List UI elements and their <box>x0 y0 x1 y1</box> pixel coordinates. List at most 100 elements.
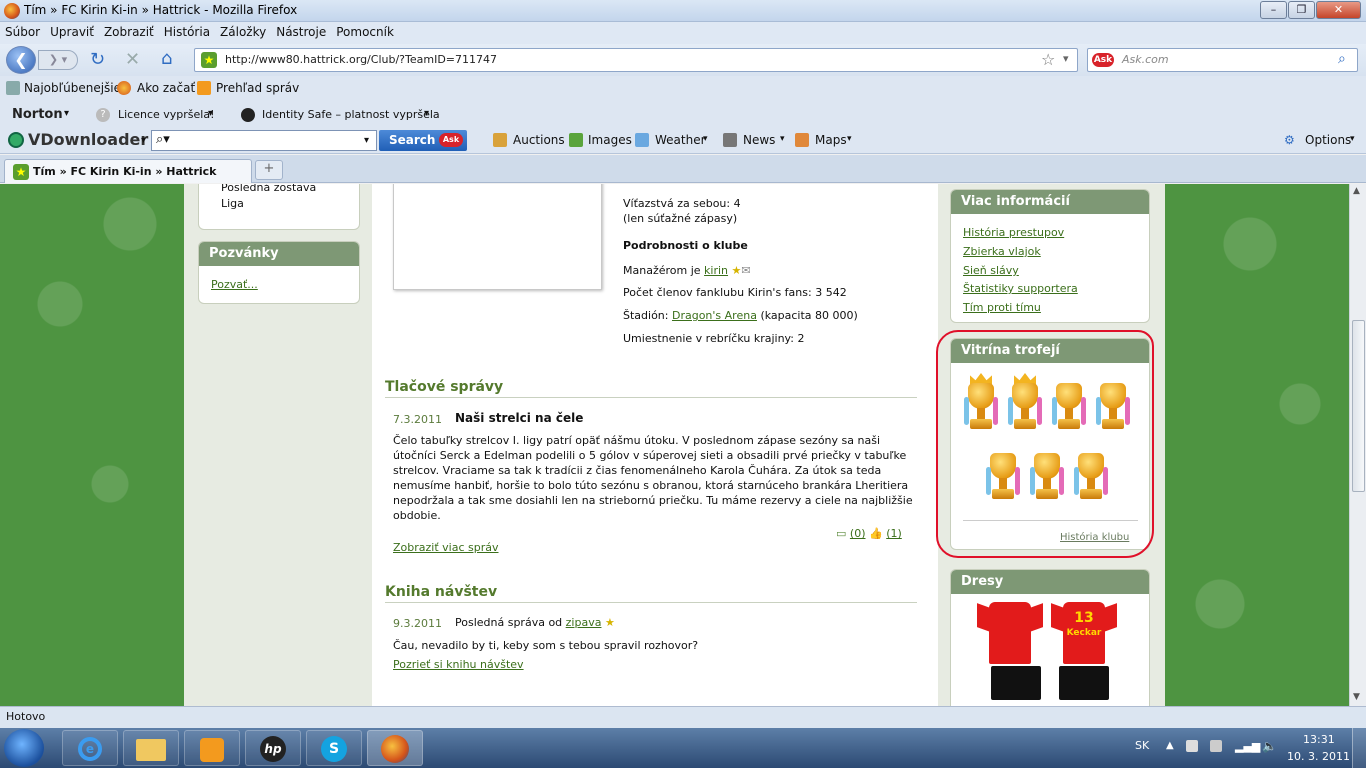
thumbs-up-icon[interactable]: 👍 <box>869 527 883 540</box>
menu-history[interactable]: História <box>159 22 215 42</box>
hp-taskbar-icon[interactable]: hp <box>245 730 301 766</box>
menu-help[interactable]: Pomocník <box>331 22 399 42</box>
vdl-dropdown-icon[interactable]: ▾ <box>141 135 146 146</box>
kits-box: Dresy 13 Keckar <box>950 569 1150 706</box>
minimize-button[interactable]: – <box>1260 1 1287 19</box>
ask-engine-icon[interactable]: Ask <box>1092 53 1114 67</box>
explorer-taskbar-icon[interactable] <box>123 730 179 766</box>
home-icon[interactable]: ⌂ <box>161 48 172 69</box>
scroll-up-icon[interactable]: ▲ <box>1353 186 1360 196</box>
team-vs-team-link[interactable]: Tím proti tímu <box>963 301 1041 314</box>
back-button[interactable]: ❮ <box>6 46 36 74</box>
guestbook-link[interactable]: Pozrieť si knihu návštev <box>393 658 524 671</box>
firefox-bookmark-icon <box>117 81 131 95</box>
clock-time[interactable]: 13:31 <box>1303 733 1335 746</box>
signal-icon[interactable]: ▂▄▆ <box>1235 740 1260 753</box>
status-bar: Hotovo <box>0 706 1366 728</box>
bookmark-most-visited[interactable]: Najobľúbenejšie <box>24 81 121 95</box>
url-dropdown-icon[interactable]: ▾ <box>1063 52 1069 65</box>
site-favicon: ★ <box>201 52 217 68</box>
comments-count[interactable]: (0) <box>850 527 866 540</box>
clock-date[interactable]: 10. 3. 2011 <box>1287 750 1350 763</box>
firefox-taskbar-icon[interactable] <box>367 730 423 766</box>
vdl-search-dropdown-icon[interactable]: ▾ <box>364 135 369 146</box>
tab-active[interactable]: ★ Tím » FC Kirin Ki-in » Hattrick <box>4 159 252 183</box>
stadium-link[interactable]: Dragon's Arena <box>672 309 757 322</box>
supporter-star-icon: ★ <box>731 264 742 277</box>
last-lineup-link[interactable]: Posledná zostava <box>221 184 316 194</box>
vdl-search-button[interactable]: Search Ask <box>379 130 467 151</box>
send-message-icon[interactable]: ✉ <box>741 264 750 277</box>
start-button-icon[interactable] <box>4 729 44 767</box>
forward-button[interactable]: ❯ ▾ <box>38 50 78 70</box>
options-dropdown-icon[interactable]: ▾ <box>1350 134 1355 144</box>
likes-count[interactable]: (1) <box>886 527 902 540</box>
vdownloader-logo[interactable]: VDownloader <box>28 130 148 149</box>
vdl-maps[interactable]: Maps <box>815 133 847 147</box>
show-hidden-icons[interactable]: ▲ <box>1166 740 1174 751</box>
vdl-search-label: Search <box>389 133 436 147</box>
windows-taskbar: e hp S SK ▲ ▂▄▆ 🔈 13:31 10. 3. 2011 <box>0 728 1366 768</box>
stop-icon[interactable]: ✕ <box>125 49 140 70</box>
vertical-scrollbar[interactable]: ▲ ▼ <box>1349 184 1366 706</box>
images-icon <box>569 133 583 147</box>
question-icon: ? <box>96 108 110 122</box>
skype-taskbar-icon[interactable]: S <box>306 730 362 766</box>
search-bar[interactable]: Ask Ask.com ⌕ <box>1087 48 1358 72</box>
bookmark-news-feed[interactable]: Prehľad správ <box>216 81 299 95</box>
close-button[interactable]: ✕ <box>1316 1 1361 19</box>
bookmark-getting-started[interactable]: Ako začať <box>137 81 195 95</box>
guestbook-user-link[interactable]: zipava <box>566 616 602 629</box>
norton-logo[interactable]: Norton <box>12 107 63 122</box>
manager-link[interactable]: kirin <box>704 264 728 277</box>
identity-dropdown-icon[interactable]: ▾ <box>424 108 429 119</box>
weather-icon <box>635 133 649 147</box>
vdl-images[interactable]: Images <box>588 133 632 147</box>
weather-dropdown-icon[interactable]: ▾ <box>703 134 708 144</box>
licence-dropdown-icon[interactable]: ▾ <box>208 108 213 119</box>
vdl-search-input[interactable]: ⌕▾ ▾ <box>151 130 377 151</box>
language-indicator[interactable]: SK <box>1135 739 1149 752</box>
media-player-taskbar-icon[interactable] <box>184 730 240 766</box>
press-body: Čelo tabuľky strelcov I. ligy patrí opäť… <box>393 434 913 522</box>
vdl-options[interactable]: Options <box>1305 133 1351 147</box>
scroll-down-icon[interactable]: ▼ <box>1353 692 1360 702</box>
star-bookmark-icon[interactable]: ☆ <box>1041 50 1055 69</box>
menu-bookmarks[interactable]: Záložky <box>215 22 271 42</box>
press-section-title: Tlačové správy <box>385 379 917 398</box>
menu-file[interactable]: Súbor <box>0 22 45 42</box>
devices-icon[interactable] <box>1210 740 1222 752</box>
scroll-thumb[interactable] <box>1352 320 1365 492</box>
volume-icon[interactable]: 🔈 <box>1262 739 1277 753</box>
hall-of-fame-link[interactable]: Sieň slávy <box>963 264 1019 277</box>
ie-taskbar-icon[interactable]: e <box>62 730 118 766</box>
supporter-stats-link[interactable]: Štatistiky supportera <box>963 282 1078 295</box>
news-dropdown-icon[interactable]: ▾ <box>780 134 785 144</box>
menu-tools[interactable]: Nástroje <box>271 22 331 42</box>
licence-expired[interactable]: Licence vypršela! <box>118 108 215 121</box>
transfer-history-link[interactable]: História prestupov <box>963 226 1064 239</box>
vdl-auctions[interactable]: Auctions <box>513 133 565 147</box>
menu-edit[interactable]: Upraviť <box>45 22 99 42</box>
invite-link[interactable]: Pozvať... <box>211 278 258 291</box>
show-desktop-button[interactable] <box>1352 728 1366 768</box>
vdl-news[interactable]: News <box>743 133 775 147</box>
vdl-weather[interactable]: Weather <box>655 133 706 147</box>
norton-dropdown-icon[interactable]: ▾ <box>64 108 69 119</box>
identity-safe[interactable]: Identity Safe – platnost vypršela <box>262 108 440 121</box>
more-press-link[interactable]: Zobraziť viac správ <box>393 541 499 554</box>
maps-dropdown-icon[interactable]: ▾ <box>847 134 852 144</box>
menu-view[interactable]: Zobraziť <box>99 22 159 42</box>
maximize-button[interactable]: ❐ <box>1288 1 1315 19</box>
comment-icon[interactable]: ▭ <box>836 527 846 540</box>
league-link[interactable]: Liga <box>221 197 244 210</box>
network-flag-icon[interactable] <box>1186 740 1198 752</box>
url-bar[interactable]: ★ http://www80.hattrick.org/Club/?TeamID… <box>194 48 1078 72</box>
flag-collection-link[interactable]: Zbierka vlajok <box>963 245 1041 258</box>
menu-box: Posledná zostava Liga <box>198 184 360 230</box>
user-supporter-star-icon: ★ <box>604 616 615 629</box>
new-tab-button[interactable]: + <box>255 160 283 180</box>
invites-title: Pozvánky <box>199 242 359 266</box>
reload-icon[interactable]: ↻ <box>90 49 105 70</box>
search-icon[interactable]: ⌕ <box>1338 51 1346 67</box>
